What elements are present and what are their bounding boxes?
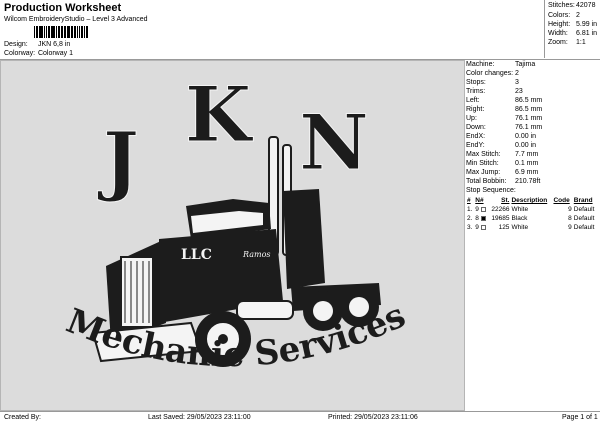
info-endx: EndX: 0.00 in <box>466 133 537 140</box>
info-endy: EndY: 0.00 in <box>466 142 537 149</box>
summary-colors: Colors: 2 <box>548 12 580 19</box>
info-up: Up: 76.1 mm <box>466 115 543 122</box>
colorway-label: Colorway: <box>4 50 36 57</box>
info-color-changes: Color changes: 2 <box>466 70 519 77</box>
col-needle: N# <box>475 197 484 204</box>
design-value: JKN 6,8 in <box>37 41 71 48</box>
footer-created-by: Created By: <box>4 414 41 421</box>
table-header-row: # N# St. Description Code Brand <box>466 196 598 205</box>
info-total-bobbin: Total Bobbin: 210.78ft <box>466 178 541 185</box>
table-row: 3. 9 125 White 9 Default <box>467 224 595 231</box>
stop-sequence-title: Stop Sequence: <box>466 187 516 194</box>
design-preview[interactable]: J K N LLC Ramos Mechanic Services <box>0 60 465 411</box>
table-row: 1. 9 22266 White 9 Default <box>467 206 595 213</box>
info-max-jump: Max Jump: 6.9 mm <box>466 169 539 176</box>
colorway-row: Colorway: Colorway 1 <box>4 50 73 57</box>
sleeper <box>283 189 325 289</box>
col-brand: Brand <box>573 197 593 204</box>
info-trims: Trims: 23 <box>466 88 523 95</box>
summary-height: Height: 5.99 in <box>548 21 598 28</box>
info-min-stitch: Min Stitch: 0.1 mm <box>466 160 539 167</box>
design-name-row: Design: JKN 6,8 in <box>4 41 70 48</box>
stop-sequence-table: # N# St. Description Code Brand 1. 9 222… <box>466 196 598 232</box>
thread-swatch-black <box>480 215 486 221</box>
software-name: Wilcom EmbroideryStudio – Level 3 Advanc… <box>4 16 148 23</box>
design-label: Design: <box>4 41 28 48</box>
table-row: 2. 8 19685 Black 8 Default <box>467 215 595 222</box>
footer-page-number: Page 1 of 1 <box>562 414 598 421</box>
summary-width: Width: 6.81 in <box>548 30 598 37</box>
info-machine: Machine: Tajima <box>466 61 536 68</box>
initial-j: J <box>97 115 139 204</box>
info-max-stitch: Max Stitch: 7.7 mm <box>466 151 539 158</box>
summary-stitches: Stitches:42078 <box>548 2 596 9</box>
col-index: # <box>467 197 471 204</box>
machine-info-panel: Machine: Tajima Color changes: 2 Stops: 3 T… <box>466 60 600 411</box>
embroidery-artwork: J K N LLC Ramos Mechanic Services <box>61 70 412 376</box>
info-down: Down: 76.1 mm <box>466 124 543 131</box>
initial-k: K <box>185 70 254 159</box>
summary-zoom: Zoom: 1:1 <box>548 39 586 46</box>
col-stitches: St. <box>501 197 510 204</box>
info-left: Left: 86.5 mm <box>466 97 543 104</box>
script-signature: Ramos <box>242 250 270 259</box>
info-right: Right: 86.5 mm <box>466 106 543 113</box>
llc-label: LLC <box>181 247 212 263</box>
footer-printed: Printed: 29/05/2023 23:11:06 <box>328 414 418 421</box>
fuel-tank <box>236 300 294 320</box>
info-stops: Stops: 3 <box>466 79 519 86</box>
initial-n: N <box>299 98 368 187</box>
summary-box: Stitches:42078 Colors: 2 Height: 5.99 in W… <box>544 0 600 58</box>
barcode <box>34 26 88 38</box>
col-code: Code <box>553 197 570 204</box>
footer-last-saved: Last Saved: 29/05/2023 23:11:00 <box>148 414 251 421</box>
col-description: Description <box>511 197 548 204</box>
worksheet-title: Production Worksheet <box>4 2 122 14</box>
thread-swatch-white <box>480 224 486 230</box>
colorway-value: Colorway 1 <box>37 50 73 57</box>
thread-swatch-white <box>480 206 486 212</box>
footer-bar: Created By: Last Saved: 29/05/2023 23:11… <box>0 411 600 424</box>
